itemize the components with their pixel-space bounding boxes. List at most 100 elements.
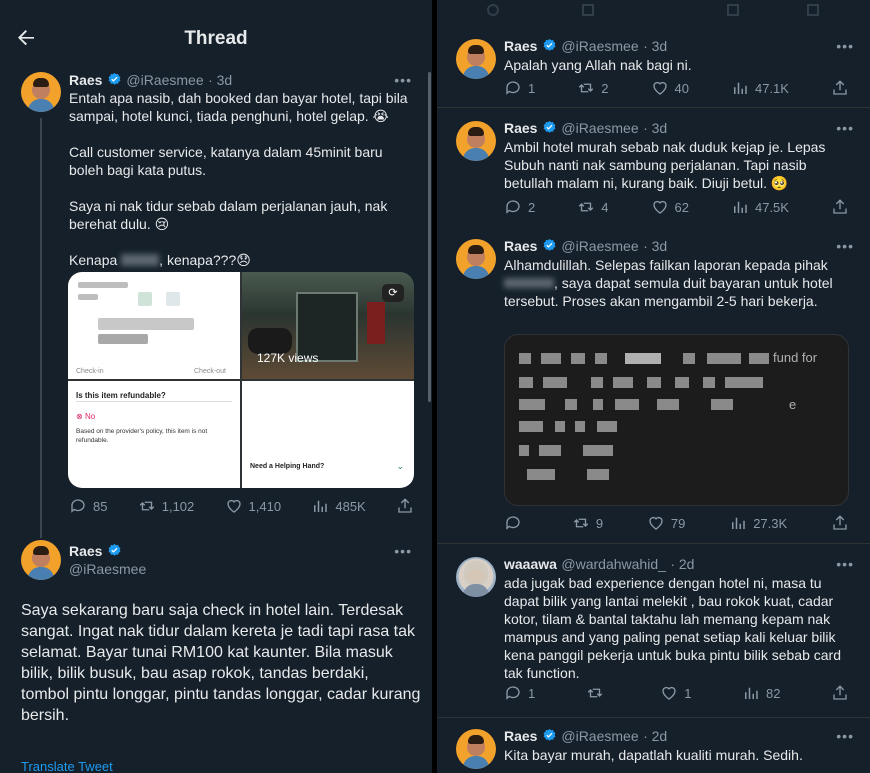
author-name[interactable]: Raes (69, 543, 102, 559)
avatar[interactable] (21, 540, 61, 580)
redacted-block (555, 421, 565, 432)
focused-tweet[interactable]: Raes @iRaesmee ••• Saya sekarang baru sa… (0, 540, 432, 773)
main-tweet[interactable]: Raes @iRaesmee · 3d ••• Entah apa nasib,… (0, 72, 432, 538)
like-button[interactable]: 79 (647, 514, 685, 532)
tweet-text-main: Entah apa nasib, dah booked dan bayar ho… (69, 90, 408, 268)
avatar[interactable] (456, 39, 496, 79)
views-button[interactable]: 47.5K (731, 198, 789, 216)
share-icon (833, 80, 847, 95)
thread-line (40, 118, 42, 538)
tweet-text: Apalah yang Allah nak bagi ni. (504, 57, 692, 73)
heart-icon (226, 499, 241, 513)
avatar[interactable] (21, 72, 61, 112)
more-options-icon[interactable]: ••• (394, 72, 412, 88)
help-label: Need a Helping Hand? (250, 463, 325, 470)
more-options-icon[interactable]: ••• (394, 543, 412, 559)
share-icon (833, 515, 847, 530)
author-name[interactable]: Raes (504, 728, 537, 744)
blurred-text (98, 334, 148, 344)
tweet-time[interactable]: · 3d (643, 238, 667, 254)
author-handle[interactable]: @iRaesmee (126, 72, 203, 88)
media-booking-screenshot[interactable]: Check-in Check-out (68, 272, 240, 379)
like-button[interactable]: 40 (651, 79, 689, 97)
tweet-time[interactable]: · 3d (643, 38, 667, 54)
redacted-block (519, 421, 543, 432)
more-options-icon[interactable]: ••• (836, 120, 854, 136)
like-button[interactable]: 1 (660, 684, 692, 702)
more-options-icon[interactable]: ••• (836, 38, 854, 54)
scrollbar-thumb[interactable] (428, 72, 431, 402)
redacted-block (519, 399, 545, 410)
avatar[interactable] (456, 239, 496, 279)
author-handle[interactable]: @wardahwahid_ (561, 556, 666, 572)
faded-top-bar (437, 0, 870, 24)
faded-icon (727, 4, 739, 16)
heart-icon (652, 81, 667, 95)
avatar[interactable] (456, 121, 496, 161)
share-button[interactable] (831, 79, 849, 97)
media-view-count: 127K views (257, 351, 319, 365)
views-button[interactable]: 47.1K (731, 79, 789, 97)
retweet-count: 1,102 (161, 498, 195, 514)
like-button[interactable]: 62 (651, 198, 689, 216)
reply-tweet[interactable]: Raes @iRaesmee · 3d ••• Alhamdulillah. S… (437, 228, 870, 544)
retweet-icon (573, 518, 589, 528)
retweet-button[interactable]: 9 (572, 514, 603, 532)
retweet-icon (587, 688, 602, 698)
author-handle[interactable]: @iRaesmee (561, 120, 638, 136)
tweet-media-grid[interactable]: Check-in Check-out ⟳ 127K views Is this … (68, 272, 414, 488)
retweet-button[interactable] (586, 684, 610, 702)
share-button[interactable] (831, 514, 849, 532)
heart-icon (652, 200, 667, 214)
author-name[interactable]: Raes (504, 38, 537, 54)
tweet-time[interactable]: · 3d (208, 72, 232, 88)
reply-tweet[interactable]: Raes @iRaesmee · 2d ••• Kita bayar murah… (437, 718, 870, 773)
share-button[interactable] (831, 684, 849, 702)
share-button[interactable] (396, 497, 414, 515)
redacted-block (725, 377, 763, 388)
media-refund-screenshot[interactable]: Is this item refundable? ⊗ No Based on t… (68, 381, 240, 488)
reply-tweet[interactable]: Raes @iRaesmee · 3d ••• Apalah yang Alla… (437, 28, 870, 108)
author-name[interactable]: waaawa (504, 556, 557, 572)
redacted-block (541, 353, 561, 364)
reply-button[interactable]: 2 (504, 198, 535, 216)
translate-tweet-link[interactable]: Translate Tweet (21, 759, 113, 773)
author-name[interactable]: Raes (504, 238, 537, 254)
tweet-time[interactable]: · 2d (670, 556, 694, 572)
retweet-button[interactable]: 2 (577, 79, 608, 97)
more-options-icon[interactable]: ••• (836, 728, 854, 744)
reply-tweet[interactable]: waaawa @wardahwahid_ · 2d ••• ada jugak … (437, 546, 870, 718)
author-handle[interactable]: @iRaesmee (561, 728, 638, 744)
tweet-text: Ambil hotel murah sebab nak duduk kejap … (504, 139, 830, 191)
reply-tweet[interactable]: Raes @iRaesmee · 3d ••• Ambil hotel mura… (437, 110, 870, 228)
author-handle[interactable]: @iRaesmee (561, 238, 638, 254)
like-button[interactable]: 1,410 (225, 497, 281, 515)
refund-no-label: No (84, 412, 96, 421)
reply-button[interactable]: 1 (504, 684, 535, 702)
views-button[interactable]: 27.3K (729, 514, 787, 532)
author-name[interactable]: Raes (69, 72, 102, 88)
tweet-time[interactable]: · 2d (643, 728, 667, 744)
author-handle[interactable]: @iRaesmee (561, 38, 638, 54)
reply-button[interactable] (504, 514, 528, 532)
more-options-icon[interactable]: ••• (836, 238, 854, 254)
author-handle[interactable]: @iRaesmee (69, 561, 146, 577)
avatar[interactable] (456, 557, 496, 597)
blurred-text (98, 318, 194, 330)
retweet-icon (579, 202, 594, 212)
media-hotel-photo[interactable]: ⟳ 127K views (242, 272, 414, 379)
avatar[interactable] (456, 729, 496, 769)
media-help-screenshot[interactable]: Need a Helping Hand? ⌄ (242, 381, 414, 488)
share-button[interactable] (831, 198, 849, 216)
retweet-button[interactable]: 4 (577, 198, 608, 216)
author-name[interactable]: Raes (504, 120, 537, 136)
views-button[interactable]: 82 (742, 684, 780, 702)
more-options-icon[interactable]: ••• (836, 556, 854, 572)
views-button[interactable]: 485K (311, 497, 366, 515)
tweet-time[interactable]: · 3d (643, 120, 667, 136)
retweet-button[interactable]: 1,102 (138, 497, 195, 515)
redacted-image-card[interactable]: fund for e (504, 334, 849, 506)
reply-button[interactable]: 1 (504, 79, 535, 97)
redacted-text (121, 254, 160, 266)
reply-button[interactable]: 85 (69, 497, 107, 515)
